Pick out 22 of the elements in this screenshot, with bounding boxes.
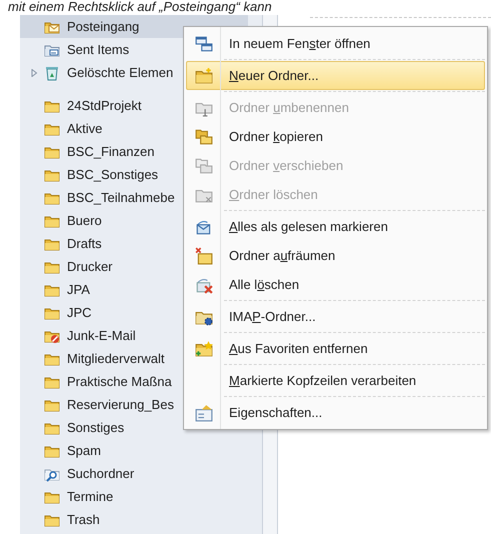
copy-folders-icon [195,128,213,146]
folder-item[interactable]: Suchordner [20,462,248,485]
folder-item[interactable]: Trash [20,508,248,531]
caption-text: mit einem Rechtsklick auf „Posteingang“ kann [7,0,273,15]
new-folder-icon [195,66,213,84]
menu-item[interactable]: Alles als gelesen markieren [186,212,485,241]
menu-item[interactable]: Aus Favoriten entfernen [186,334,485,363]
menu-item[interactable]: Ordner aufräumen [186,241,485,270]
menu-item[interactable]: Eigenschaften... [186,398,485,427]
menu-item[interactable]: Alle löschen [186,270,485,299]
menu-item[interactable]: Ordner kopieren [186,122,485,151]
windows-icon [195,34,213,52]
folder-item[interactable]: Spam [20,439,248,462]
copy-folders-icon [195,156,213,174]
recycle-bin-icon [44,64,60,80]
folder-star-icon [195,340,213,358]
menu-item[interactable]: Neuer Ordner... [186,61,485,90]
properties-icon [195,404,213,422]
folder-item[interactable]: Termine [20,485,248,508]
menu-item[interactable]: IMAP-Ordner... [186,302,485,331]
menu-item[interactable]: Markierte Kopfzeilen verarbeiten [186,366,485,395]
folder-cleanup-icon [195,246,213,264]
